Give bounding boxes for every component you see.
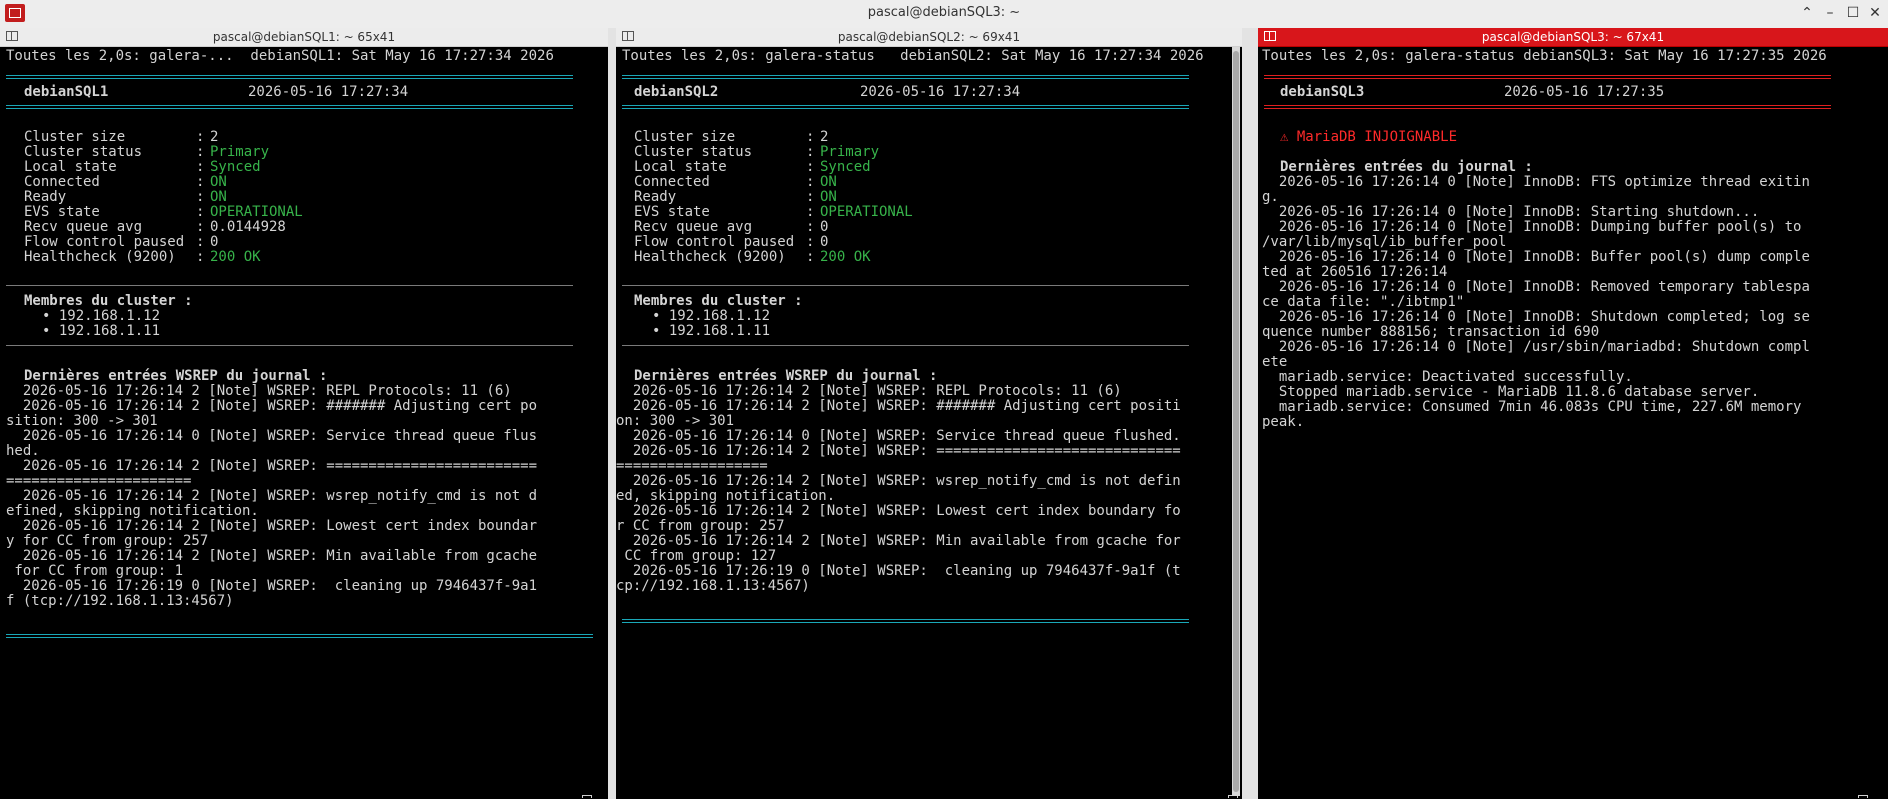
member-item: • 192.168.1.11 [42,323,161,339]
single-rule [622,345,1189,346]
window-titlebar: pascal@debianSQL3: ~ ⌃ – ☐ ✕ [0,0,1888,29]
stat-separator: : [806,249,815,265]
double-rule [622,75,1189,79]
log-line: mariadb.service: Consumed 7min 46.083s C… [1262,399,1802,415]
log-line: cp://192.168.1.13:4567) [616,578,810,594]
watch-header: Toutes les 2,0s: galera-... debianSQL1: … [6,48,554,64]
log-line: 2026-05-16 17:26:14 0 [Note] WSREP: Serv… [6,428,538,444]
pane-title: pascal@debianSQL2: ~ 69x41 [837,30,1021,44]
host-name: debianSQL1 [24,84,109,100]
maximize-button[interactable]: ☐ [1844,5,1862,21]
single-rule [6,285,573,286]
terminal-pane-debiansql1[interactable]: pascal@debianSQL1: ~ 65x41 Toutes les 2,… [0,28,608,798]
stat-value: 200 OK [210,249,261,265]
terminal-pane-debiansql2[interactable]: pascal@debianSQL2: ~ 69x41 Toutes les 2,… [616,28,1242,798]
pane-title: pascal@debianSQL3: ~ 67x41 [1481,30,1665,44]
pane-titlebar: pascal@debianSQL3: ~ 67x41 [1258,28,1888,47]
pane-divider[interactable] [1242,28,1258,799]
red-double-rule [1264,105,1831,109]
red-double-rule [1264,75,1831,79]
double-rule [6,75,573,79]
stat-label: Healthcheck (9200) [24,249,176,265]
pane-divider[interactable] [608,28,616,799]
host-time: 2026-05-16 17:27:35 [1504,84,1665,100]
pane-titlebar: pascal@debianSQL2: ~ 69x41 [616,28,1242,47]
double-rule [622,619,1189,623]
keep-above-icon[interactable]: ⌃ [1798,5,1816,21]
window-title: pascal@debianSQL3: ~ [867,5,1021,20]
mariadb-unreachable-alert: ⚠ MariaDB INJOIGNABLE [1280,129,1458,145]
stat-label: Healthcheck (9200) [634,249,786,265]
stat-value: 200 OK [820,249,871,265]
log-line: 2026-05-16 17:26:14 0 [Note] InnoDB: FTS… [1262,174,1810,190]
double-rule [6,105,573,109]
single-rule [622,285,1189,286]
host-time: 2026-05-16 17:27:34 [860,84,1021,100]
log-line: f (tcp://192.168.1.13:4567) [6,593,234,609]
single-rule [6,345,573,346]
pane-titlebar: pascal@debianSQL1: ~ 65x41 [0,28,608,47]
stat-value: 0.0144928 [210,219,286,235]
member-item: • 192.168.1.11 [652,323,771,339]
double-rule [6,634,593,638]
close-button[interactable]: ✕ [1866,5,1884,21]
stat-separator: : [196,249,205,265]
stat-value: OPERATIONAL [820,204,913,220]
terminal-output[interactable]: Toutes les 2,0s: galera-... debianSQL1: … [0,47,608,798]
host-name: debianSQL3 [1280,84,1365,100]
scrollbar[interactable] [1232,47,1240,796]
watch-header: Toutes les 2,0s: galera-status debianSQL… [622,48,1204,64]
terminal-output[interactable]: Toutes les 2,0s: galera-status debianSQL… [1258,47,1888,798]
host-time: 2026-05-16 17:27:34 [248,84,409,100]
double-rule [622,105,1189,109]
log-line: peak. [1262,414,1305,430]
pane-title: pascal@debianSQL1: ~ 65x41 [212,30,396,44]
terminal-cursor [582,795,592,798]
minimize-button[interactable]: – [1821,5,1839,21]
scrollbar-thumb[interactable] [1233,51,1239,792]
terminal-cursor [1858,795,1868,798]
log-line: 2026-05-16 17:26:14 0 [Note] /usr/sbin/m… [1262,339,1810,355]
terminal-output[interactable]: Toutes les 2,0s: galera-status debianSQL… [616,47,1238,798]
terminal-pane-debiansql3[interactable]: pascal@debianSQL3: ~ 67x41 Toutes les 2,… [1258,28,1888,798]
host-name: debianSQL2 [634,84,719,100]
watch-header: Toutes les 2,0s: galera-status debianSQL… [1262,48,1827,64]
